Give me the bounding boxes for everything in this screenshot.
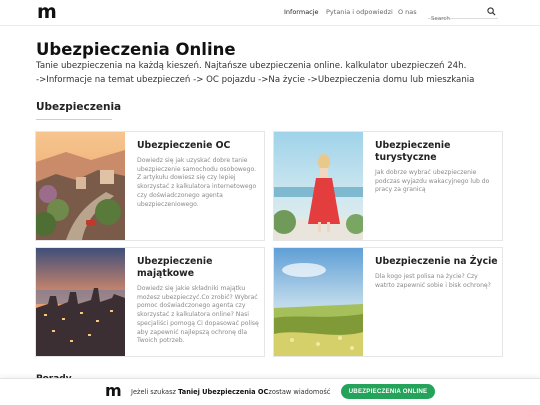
intro-text: Tanie ubezpieczenia na każdą kieszeń. Na… [36, 60, 506, 87]
site-logo[interactable]: m [37, 1, 57, 23]
card-body: Ubezpieczenie majątkowe Dowiedz się jaki… [137, 256, 261, 346]
search-box [428, 5, 498, 25]
street-photo[interactable] [36, 132, 125, 240]
meadow-photo[interactable] [274, 248, 363, 356]
card-description: Dla kogo jest polisa na życie? Czy watrt… [375, 273, 491, 289]
bottom-message: Jeżeli szukasz Taniej Ubezpieczenia OCzo… [131, 388, 330, 396]
bottom-text-highlight: Taniej Ubezpieczenia OC [178, 388, 269, 396]
nav-link-informacje[interactable]: Informacje [284, 8, 319, 16]
card-title[interactable]: Ubezpieczenie OC [137, 140, 261, 152]
section-title: Ubezpieczenia [36, 101, 122, 113]
card-title[interactable]: Ubezpieczenie na Życie [375, 256, 499, 268]
bottom-logo: m [105, 381, 122, 400]
card-turystyczne[interactable]: Ubezpieczenie turystyczne Jak dobrze wyb… [273, 131, 503, 241]
card-body: Ubezpieczenie na Życie Dla kogo jest pol… [375, 256, 499, 290]
cta-button[interactable]: UBEZPIECZENIA ONLINE [341, 384, 435, 399]
top-navbar: m Informacje Pytania i odpowiedzi O nas [0, 0, 540, 26]
card-na-zycie[interactable]: Ubezpieczenie na Życie Dla kogo jest pol… [273, 247, 503, 357]
city-sunset-photo[interactable] [36, 248, 125, 356]
nav-link-pytania[interactable]: Pytania i odpowiedzi [326, 8, 393, 16]
search-icon[interactable] [487, 7, 496, 16]
card-majatkowe[interactable]: Ubezpieczenie majątkowe Dowiedz się jaki… [35, 247, 265, 357]
card-description: Dowiedz się jakie składniki majątku może… [137, 285, 259, 345]
bottom-text-before: Jeżeli szukasz [131, 388, 179, 396]
card-body: Ubezpieczenie turystyczne Jak dobrze wyb… [375, 140, 499, 195]
card-title[interactable]: Ubezpieczenie majątkowe [137, 256, 261, 280]
page-title: Ubezpieczenia Online [36, 40, 236, 59]
nav-link-o-nas[interactable]: O nas [398, 8, 417, 16]
bottom-text-after: zostaw wiadomość [268, 388, 331, 396]
search-input[interactable] [428, 13, 480, 25]
woman-red-dress-photo[interactable] [274, 132, 363, 240]
card-oc[interactable]: Ubezpieczenie OC Dowiedz się jak uzyskać… [35, 131, 265, 241]
section-divider [36, 119, 112, 120]
card-title[interactable]: Ubezpieczenie turystyczne [375, 140, 499, 164]
intro-line: Tanie ubezpieczenia na każdą kieszeń. Na… [36, 61, 467, 71]
sticky-bottom-bar: m Jeżeli szukasz Taniej Ubezpieczenia OC… [0, 378, 540, 405]
card-description: Dowiedz się jak uzyskać dobre tanie ubez… [137, 157, 257, 208]
card-description: Jak dobrze wybrać ubezpieczenie podczas … [375, 169, 490, 194]
card-body: Ubezpieczenie OC Dowiedz się jak uzyskać… [137, 140, 261, 209]
intro-links-line: ->Informacje na temat ubezpieczeń -> OC … [36, 74, 475, 85]
